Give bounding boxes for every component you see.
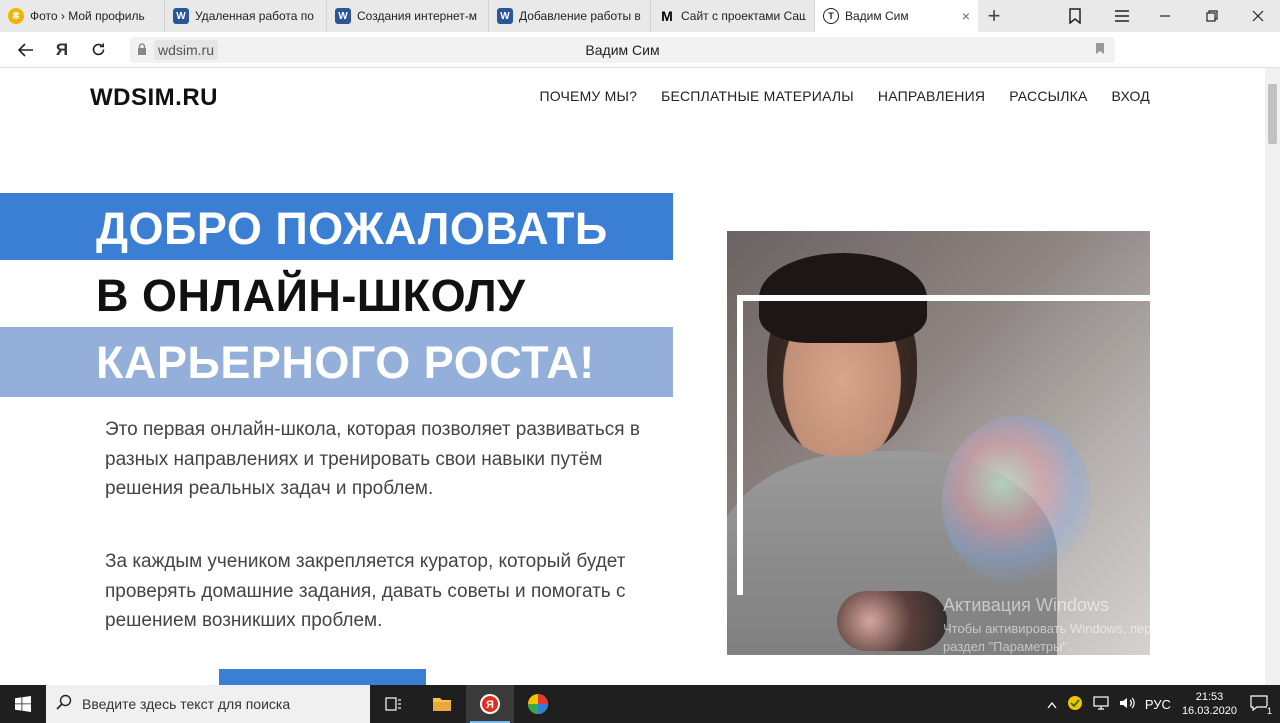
clock-time: 21:53 [1195, 691, 1224, 703]
minimize-icon[interactable] [1145, 0, 1185, 32]
ethernet-icon[interactable] [1093, 695, 1109, 713]
language-indicator[interactable]: РУС [1145, 697, 1171, 712]
bookmarks-icon[interactable] [1055, 0, 1095, 32]
tab-label: Добавление работы в [519, 9, 641, 23]
hero-line-3: КАРЬЕРНОГО РОСТА! [0, 327, 673, 397]
show-hidden-icons-icon[interactable] [1047, 697, 1057, 712]
tab-remote-work[interactable]: W Удаленная работа по [165, 0, 327, 32]
close-tab-icon[interactable]: × [954, 8, 970, 24]
notifications-icon[interactable]: 1 [1250, 694, 1272, 716]
paint-app-icon[interactable] [514, 685, 562, 723]
intro-paragraph: Это первая онлайн-школа, которая позволя… [105, 419, 640, 499]
file-explorer-icon[interactable] [418, 685, 466, 723]
tab-label: Фото › Мой профиль [30, 9, 145, 23]
tab-internet-shop[interactable]: W Создания интернет-м [327, 0, 489, 32]
hero-heading-line-1: ДОБРО ПОЖАЛОВАТЬ [96, 203, 608, 254]
word-doc-icon: W [335, 8, 351, 24]
task-view-icon[interactable] [370, 685, 418, 723]
yandex-icon[interactable]: Я [44, 32, 80, 68]
nav-newsletter[interactable]: РАССЫЛКА [1009, 88, 1087, 104]
windows-taskbar: Введите здесь текст для поиска Я РУС 21:… [0, 685, 1280, 723]
page-scrollbar[interactable] [1265, 68, 1280, 685]
m-logo-icon: M [661, 8, 673, 24]
url-domain[interactable]: wdsim.ru [154, 40, 219, 60]
nav-why-us[interactable]: ПОЧЕМУ МЫ? [539, 88, 637, 104]
svg-text:Я: Я [486, 699, 494, 711]
word-doc-icon: W [173, 8, 189, 24]
tab-projects-site[interactable]: M Сайт с проектами Саш [651, 0, 815, 32]
lock-icon [130, 42, 154, 58]
site-logo[interactable]: WDSIM.RU [90, 84, 218, 112]
tab-photo-profile[interactable]: ₴ Фото › Мой профиль [0, 0, 165, 32]
restore-icon[interactable] [1192, 0, 1232, 32]
tab-label: Создания интернет-м [357, 9, 477, 23]
scrollbar-thumb[interactable] [1268, 84, 1277, 144]
cta-button[interactable] [219, 669, 426, 685]
hero-heading-line-2: В ОНЛАЙН-ШКОЛУ [96, 270, 526, 321]
word-doc-icon: W [497, 8, 513, 24]
url-bar[interactable]: wdsim.ru Вадим Сим [130, 37, 1115, 63]
tab-label: Сайт с проектами Саш [681, 9, 806, 23]
web-page: WDSIM.RU ПОЧЕМУ МЫ? БЕСПЛАТНЫЕ МАТЕРИАЛЫ… [0, 68, 1265, 685]
hero-heading-line-3: КАРЬЕРНОГО РОСТА! [96, 337, 595, 388]
new-tab-button[interactable]: + [978, 0, 1010, 32]
windows-start-icon[interactable] [0, 685, 46, 723]
main-nav: ПОЧЕМУ МЫ? БЕСПЛАТНЫЕ МАТЕРИАЛЫ НАПРАВЛЕ… [515, 88, 1150, 104]
close-window-icon[interactable] [1238, 0, 1278, 32]
nav-free-materials[interactable]: БЕСПЛАТНЫЕ МАТЕРИАЛЫ [661, 88, 854, 104]
clock[interactable]: 21:53 16.03.2020 [1182, 690, 1237, 718]
browser-tab-strip: ₴ Фото › Мой профиль W Удаленная работа … [0, 0, 1280, 32]
back-arrow-icon[interactable] [8, 32, 44, 68]
search-icon [56, 694, 72, 714]
tab-label: Удаленная работа по [195, 9, 314, 23]
windows-activation-watermark: Активация Windows Чтобы активировать Win… [943, 595, 1243, 656]
notification-count: 1 [1266, 705, 1272, 716]
activation-text: Чтобы активировать Windows, перейдите в … [943, 621, 1205, 654]
coin-icon: ₴ [8, 8, 24, 24]
search-placeholder: Введите здесь текст для поиска [82, 696, 291, 712]
system-tray: РУС 21:53 16.03.2020 1 [1042, 685, 1280, 723]
tab-vadim-sim[interactable]: Т Вадим Сим × [815, 0, 978, 32]
bookmark-icon[interactable] [1095, 42, 1105, 58]
reload-icon[interactable] [80, 32, 116, 68]
menu-icon[interactable] [1102, 0, 1142, 32]
hero-line-1: ДОБРО ПОЖАЛОВАТЬ [0, 193, 673, 263]
page-title: Вадим Сим [585, 42, 660, 58]
volume-icon[interactable] [1119, 696, 1135, 713]
tab-add-work[interactable]: W Добавление работы в [489, 0, 651, 32]
photo-white-frame [737, 295, 1150, 595]
curator-paragraph: За каждым учеником закрепляется куратор,… [105, 551, 626, 631]
photo-hoodie-print [837, 591, 947, 651]
activation-title: Активация Windows [943, 595, 1109, 615]
clock-date: 16.03.2020 [1181, 705, 1237, 717]
nav-login[interactable]: ВХОД [1112, 88, 1150, 104]
hero-line-2: В ОНЛАЙН-ШКОЛУ [0, 260, 673, 330]
taskbar-search-box[interactable]: Введите здесь текст для поиска [46, 685, 370, 723]
tab-label: Вадим Сим [845, 9, 909, 23]
address-bar-row: Я wdsim.ru Вадим Сим M [0, 32, 1280, 91]
network-status-icon[interactable] [1067, 695, 1083, 714]
yandex-browser-taskbar-icon[interactable]: Я [466, 685, 514, 723]
nav-directions[interactable]: НАПРАВЛЕНИЯ [878, 88, 985, 104]
hero-photo [727, 231, 1150, 655]
site-icon: Т [823, 8, 839, 24]
